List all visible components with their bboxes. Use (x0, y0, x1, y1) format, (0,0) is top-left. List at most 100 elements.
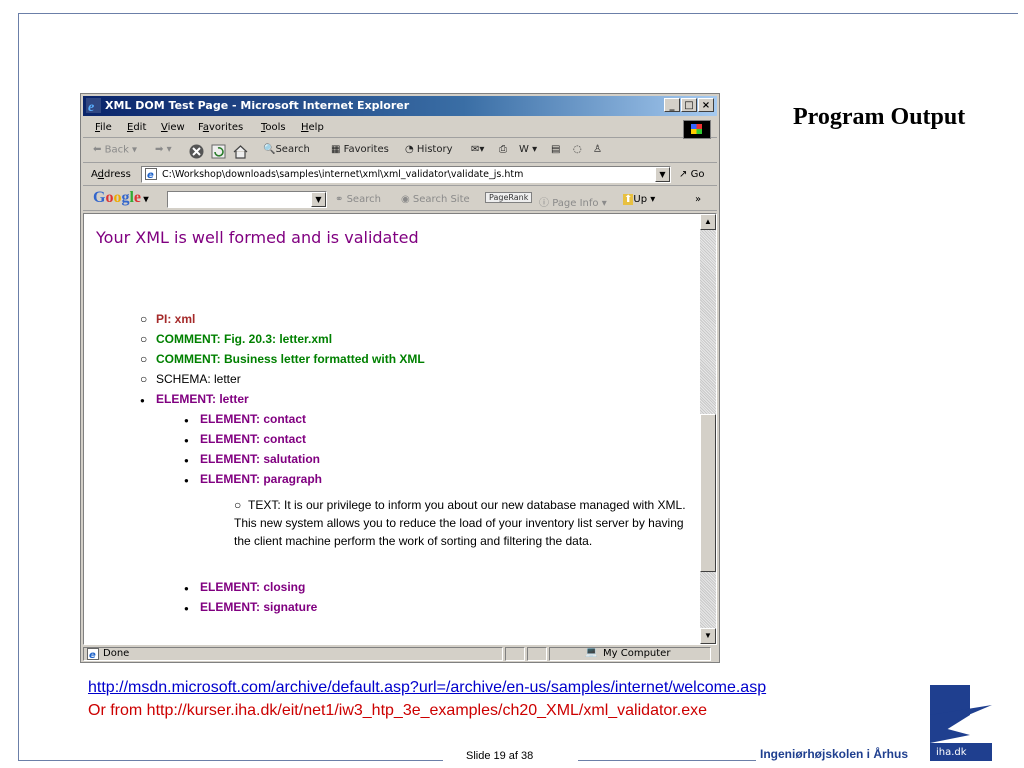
messenger-button[interactable]: ◌ (573, 144, 582, 155)
status-pane (505, 647, 525, 661)
list-item: ○ PI: xml (140, 312, 195, 326)
menu-view[interactable]: View (161, 122, 185, 133)
address-value: C:\Workshop\downloads\samples\internet\x… (162, 169, 524, 180)
slide-title: Program Output (793, 104, 966, 130)
bullet-icon: ● (184, 476, 189, 485)
menu-file[interactable]: File (95, 122, 112, 133)
menu-file-label: ile (100, 122, 112, 133)
minimize-button[interactable]: _ (664, 98, 680, 112)
menu-bar: File Edit View Favorites Tools Help (83, 118, 717, 139)
list-item: ● ELEMENT: contact (184, 412, 306, 426)
scroll-thumb[interactable] (700, 414, 716, 572)
menu-favorites-label: vorites (208, 122, 244, 133)
go-label: Go (690, 169, 705, 180)
browser-window: e XML DOM Test Page - Microsoft Internet… (80, 93, 720, 663)
page-info-label: Page Info (552, 198, 599, 209)
menu-help-label: elp (308, 122, 324, 133)
svg-text:e: e (89, 650, 96, 660)
refresh-button[interactable] (211, 144, 226, 159)
google-search-button[interactable]: ⚭ Search (335, 194, 381, 205)
menu-favorites[interactable]: Favorites (198, 122, 243, 133)
node-label: ELEMENT: contact (200, 412, 307, 426)
list-item: ○ COMMENT: Business letter formatted with… (140, 352, 425, 366)
history-button[interactable]: ◔ History (405, 144, 453, 155)
toolbar-overflow-button[interactable]: » (695, 194, 701, 205)
people-button[interactable]: ♙ (593, 144, 602, 155)
window-title: XML DOM Test Page - Microsoft Internet E… (105, 99, 410, 112)
list-item: ○ SCHEMA: letter (140, 372, 241, 386)
google-logo-letter: e (133, 189, 142, 206)
mail-icon: ✉ (471, 144, 480, 155)
google-search-label: Search (346, 194, 381, 205)
google-search-dropdown[interactable]: ▼ (311, 192, 326, 207)
menu-edit-label: dit (133, 122, 147, 133)
home-icon (233, 145, 248, 159)
binoculars-icon: ⚭ (335, 194, 344, 205)
node-label: SCHEMA: letter (156, 372, 241, 386)
page-info-button[interactable]: ⓘ Page Info ▾ (539, 194, 607, 209)
node-label: ELEMENT: paragraph (200, 472, 323, 486)
address-dropdown-button[interactable]: ▼ (655, 167, 670, 182)
favorites-button[interactable]: ▦ Favorites (331, 144, 389, 155)
bullet-icon: ● (184, 416, 189, 425)
google-search-site-button[interactable]: ◉ Search Site (401, 194, 470, 205)
stop-button[interactable] (189, 144, 204, 159)
google-logo[interactable]: Google ▾ (93, 189, 149, 207)
address-input[interactable]: e C:\Workshop\downloads\samples\internet… (141, 166, 671, 183)
search-site-icon: ◉ (401, 194, 410, 205)
google-search-input[interactable] (167, 191, 327, 208)
address-label: Address (91, 169, 131, 180)
status-pane (527, 647, 547, 661)
scroll-up-button[interactable]: ▲ (700, 214, 716, 230)
history-icon: ◔ (405, 144, 414, 155)
discuss-button[interactable]: ▤ (551, 144, 560, 155)
forward-button[interactable]: ➡ ▾ (155, 144, 172, 155)
menu-view-label: iew (167, 122, 185, 133)
up-button[interactable]: ⬆Up ▾ (623, 194, 655, 205)
node-label: ELEMENT: salutation (200, 452, 321, 466)
menu-help[interactable]: Help (301, 122, 324, 133)
menu-edit[interactable]: Edit (127, 122, 146, 133)
page-heading: Your XML is well formed and is validated (96, 228, 419, 247)
list-item: ● ELEMENT: closing (184, 580, 305, 594)
msdn-link[interactable]: http://msdn.microsoft.com/archive/defaul… (88, 679, 766, 697)
address-label-pre: A (91, 169, 98, 180)
bullet-icon: ○ (140, 372, 148, 386)
home-button[interactable] (233, 144, 248, 159)
google-search-site-label: Search Site (412, 194, 470, 205)
list-item: ● ELEMENT: signature (184, 600, 317, 614)
back-label: Back (104, 144, 129, 156)
school-name: Ingeniørhøjskolen i Århus (760, 747, 909, 761)
scroll-down-button[interactable]: ▼ (700, 628, 716, 644)
stop-icon (189, 144, 204, 159)
close-button[interactable]: × (698, 98, 714, 112)
google-logo-letter: G (93, 189, 106, 206)
go-button[interactable]: ↗ Go (679, 169, 704, 180)
slide-frame-bottom (578, 760, 756, 761)
document-icon: ▤ (551, 144, 561, 155)
menu-tools[interactable]: Tools (261, 122, 286, 133)
pagerank-indicator[interactable]: PageRank (485, 192, 533, 203)
google-toolbar: Google ▾ ▼ ⚭ Search ◉ Search Site PageRa… (83, 187, 717, 211)
favorites-label: Favorites (343, 144, 389, 155)
search-button[interactable]: 🔍Search (263, 144, 310, 155)
page-icon: e (145, 168, 157, 180)
slide-number: Slide 19 af 38 (466, 750, 534, 762)
back-arrow-icon: ⬅ (93, 144, 102, 155)
windows-flag-icon (683, 120, 711, 139)
vertical-scrollbar[interactable]: ▲ ▼ (700, 214, 716, 644)
menu-tools-label: ools (265, 122, 286, 133)
node-label: ELEMENT: signature (200, 600, 318, 614)
people-icon: ♙ (593, 144, 602, 155)
maximize-button[interactable]: □ (681, 98, 697, 112)
print-button[interactable]: ⎙ (499, 144, 507, 155)
edit-button[interactable]: W ▾ (519, 144, 537, 155)
text-node-content: TEXT: It is our privilege to inform you … (234, 498, 686, 548)
address-label-rest: dress (104, 169, 131, 180)
back-button[interactable]: ⬅ Back ▾ (93, 144, 137, 156)
mail-button[interactable]: ✉▾ (471, 144, 484, 155)
node-label: COMMENT: Fig. 20.3: letter.xml (156, 332, 333, 346)
window-titlebar[interactable]: e XML DOM Test Page - Microsoft Internet… (83, 96, 717, 116)
list-item: ● ELEMENT: contact (184, 432, 306, 446)
print-icon: ⎙ (499, 144, 507, 155)
